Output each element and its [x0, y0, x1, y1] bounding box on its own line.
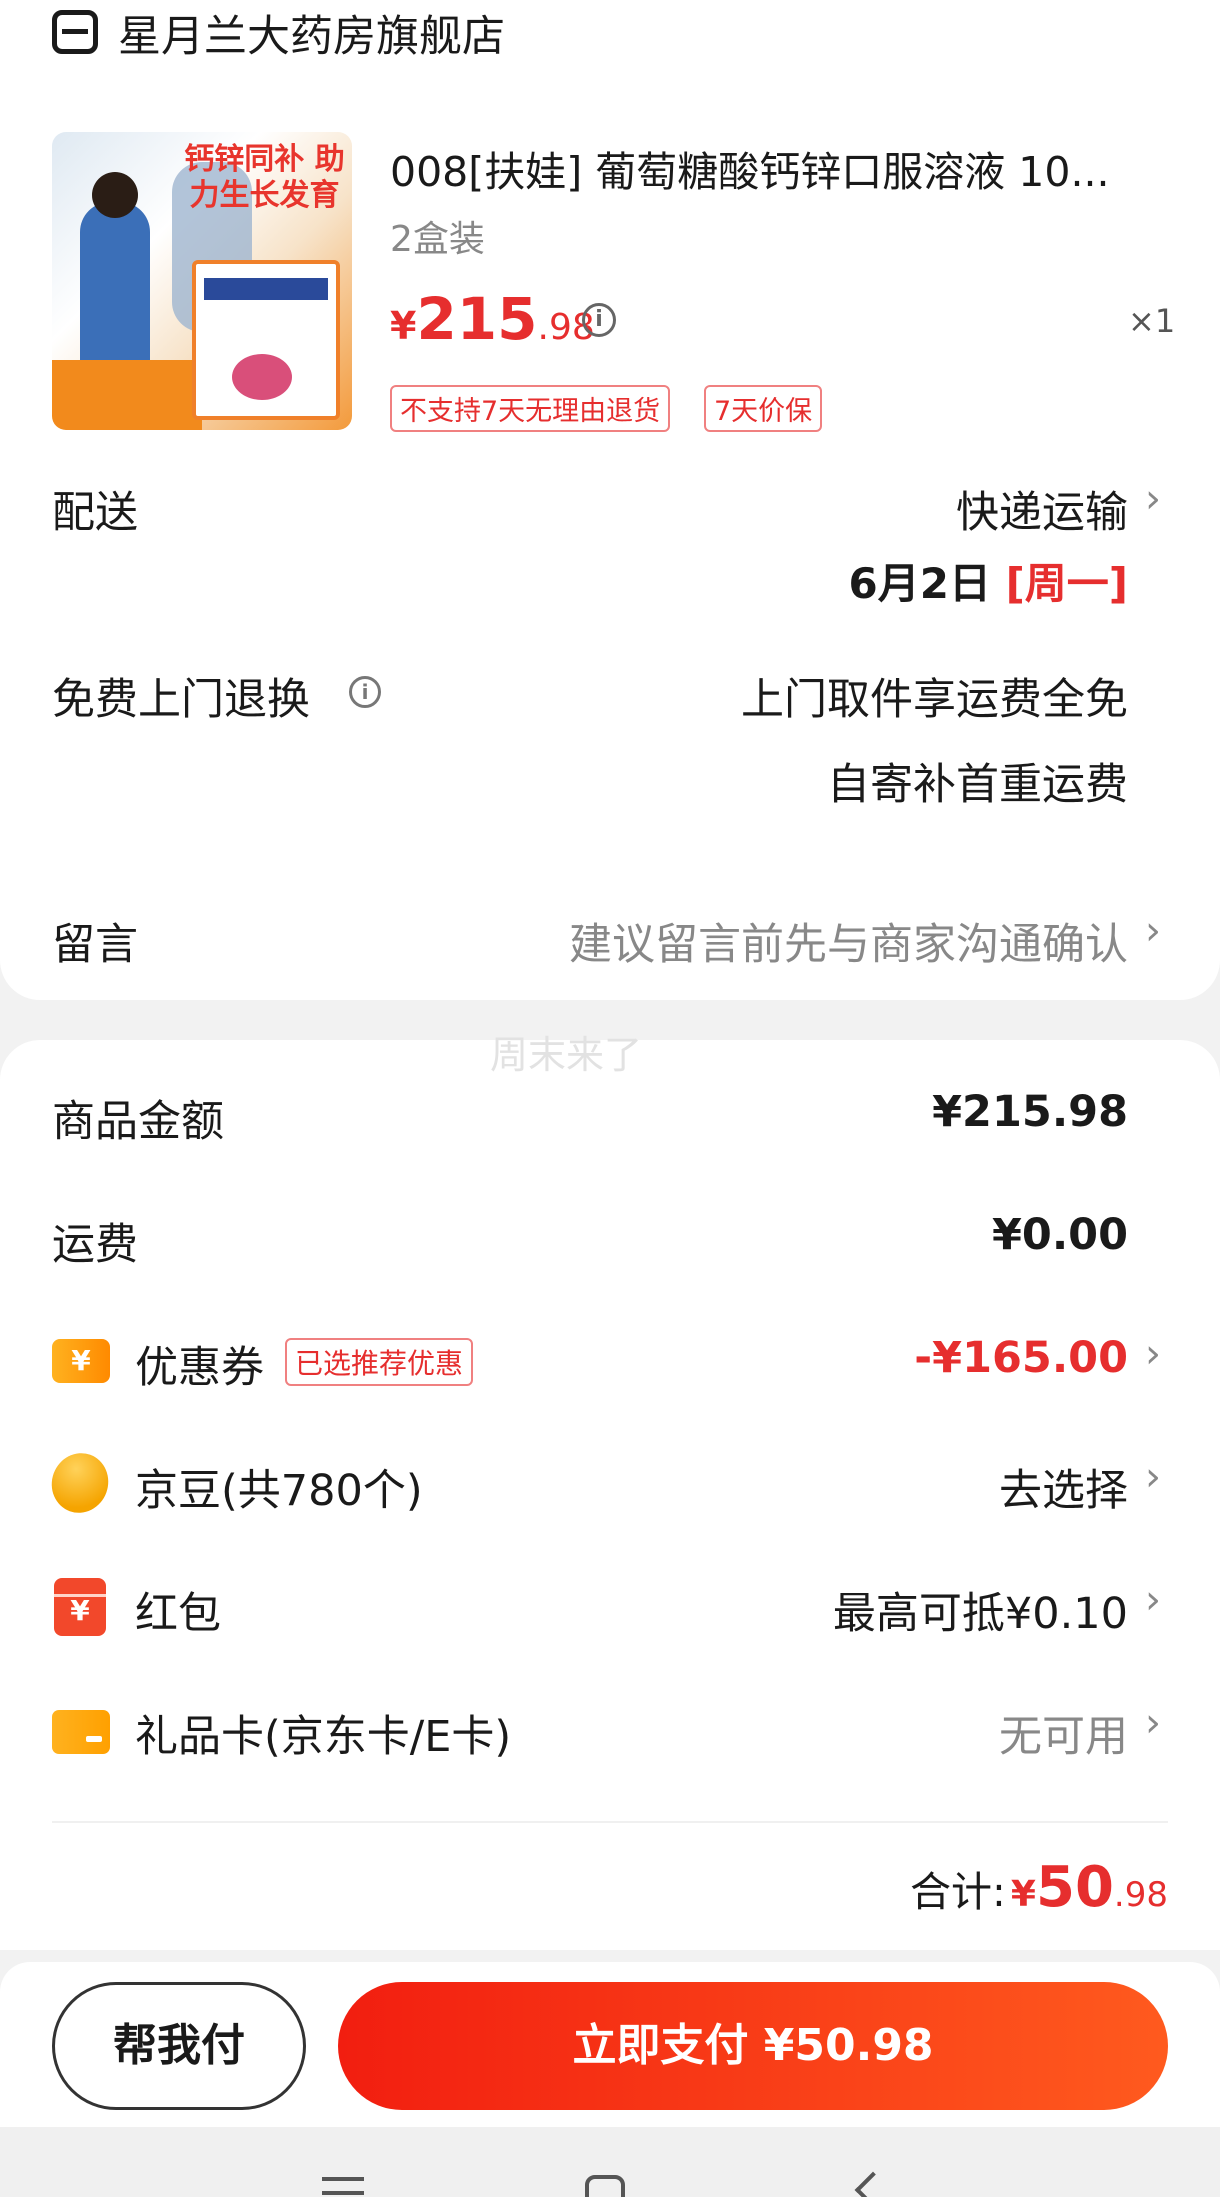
total-decimal: .98	[1113, 1875, 1168, 1915]
store-icon	[52, 10, 98, 54]
product-image-headline: 钙锌同补 助力生长发育	[184, 142, 345, 213]
home-icon[interactable]	[585, 2175, 625, 2197]
fee-divider	[52, 1821, 1168, 1823]
free-return-label: 免费上门退换	[52, 675, 310, 725]
shipping-value: ¥0.00	[991, 1210, 1128, 1260]
free-return-line1: 上门取件享运费全免	[741, 675, 1128, 725]
system-nav-bar	[0, 2127, 1220, 2197]
watermark: 周末来了	[490, 1033, 643, 1077]
coupon-label[interactable]: 优惠券	[135, 1333, 264, 1395]
total-integer: 50	[1035, 1855, 1114, 1920]
bottom-action-bar: 帮我付 立即支付 ¥50.98	[0, 1962, 1220, 2127]
delivery-method[interactable]: 快递运输	[956, 478, 1128, 540]
goods-amount-value: ¥215.98	[932, 1087, 1128, 1137]
red-packet-label[interactable]: 红包	[135, 1579, 221, 1641]
red-packet-chevron-icon[interactable]: ›	[1145, 1577, 1161, 1623]
product-price: ¥215.98	[390, 285, 595, 353]
total-currency: ¥	[1010, 1874, 1036, 1915]
price-integer: 215	[416, 285, 538, 353]
delivery-weekday: [周一]	[1005, 559, 1128, 608]
pay-now-button[interactable]: 立即支付 ¥50.98	[338, 1982, 1168, 2110]
total-label: 合计:	[910, 1868, 1006, 1916]
message-label: 留言	[52, 920, 138, 970]
red-packet-value[interactable]: 最高可抵¥0.10	[833, 1579, 1128, 1641]
product-image-box	[192, 260, 340, 420]
jd-beans-chevron-icon[interactable]: ›	[1145, 1454, 1161, 1500]
product-spec: 2盒装	[390, 219, 485, 260]
gift-card-chevron-icon[interactable]: ›	[1145, 1700, 1161, 1746]
product-title[interactable]: 008[扶娃] 葡萄糖酸钙锌口服溶液 10...	[390, 138, 1110, 198]
message-input[interactable]: 建议留言前先与商家沟通确认	[569, 910, 1128, 972]
tag-7day-price-protect: 7天价保	[704, 385, 823, 432]
message-chevron-icon[interactable]: ›	[1145, 908, 1161, 954]
help-pay-button[interactable]: 帮我付	[52, 1982, 306, 2110]
coupon-chevron-icon[interactable]: ›	[1145, 1331, 1161, 1377]
coupon-value[interactable]: -¥165.00	[914, 1333, 1128, 1383]
jd-beans-label[interactable]: 京豆(共780个)	[135, 1456, 423, 1518]
tag-no-7day-return: 不支持7天无理由退货	[390, 385, 671, 432]
store-name[interactable]: 星月兰大药房旗舰店	[118, 2, 505, 64]
jd-beans-action[interactable]: 去选择	[999, 1456, 1128, 1518]
gift-card-icon	[52, 1710, 110, 1754]
product-image[interactable]: 钙锌同补 助力生长发育	[52, 132, 352, 430]
red-packet-icon: ¥	[54, 1578, 106, 1636]
product-image-band	[52, 360, 202, 430]
price-currency: ¥	[390, 304, 417, 348]
price-info-icon[interactable]: i	[582, 303, 616, 337]
goods-amount-label: 商品金额	[52, 1097, 224, 1147]
delivery-date-day: 6月2日	[848, 559, 991, 608]
back-icon[interactable]	[854, 2171, 892, 2197]
delivery-label: 配送	[52, 488, 138, 538]
gift-card-label[interactable]: 礼品卡(京东卡/E卡)	[135, 1702, 511, 1764]
product-quantity: ×1	[1128, 302, 1176, 340]
free-return-line2: 自寄补首重运费	[827, 760, 1128, 810]
total-row: 合计: ¥50.98	[910, 1855, 1168, 1920]
menu-icon[interactable]	[322, 2177, 364, 2195]
gift-card-value[interactable]: 无可用	[999, 1702, 1128, 1764]
shipping-label: 运费	[52, 1220, 138, 1270]
coupon-icon: ¥	[52, 1339, 110, 1383]
free-return-info-icon[interactable]: i	[349, 676, 381, 708]
delivery-chevron-icon[interactable]: ›	[1145, 476, 1161, 522]
delivery-date: 6月2日 [周一]	[849, 550, 1128, 611]
coupon-badge: 已选推荐优惠	[285, 1338, 474, 1386]
